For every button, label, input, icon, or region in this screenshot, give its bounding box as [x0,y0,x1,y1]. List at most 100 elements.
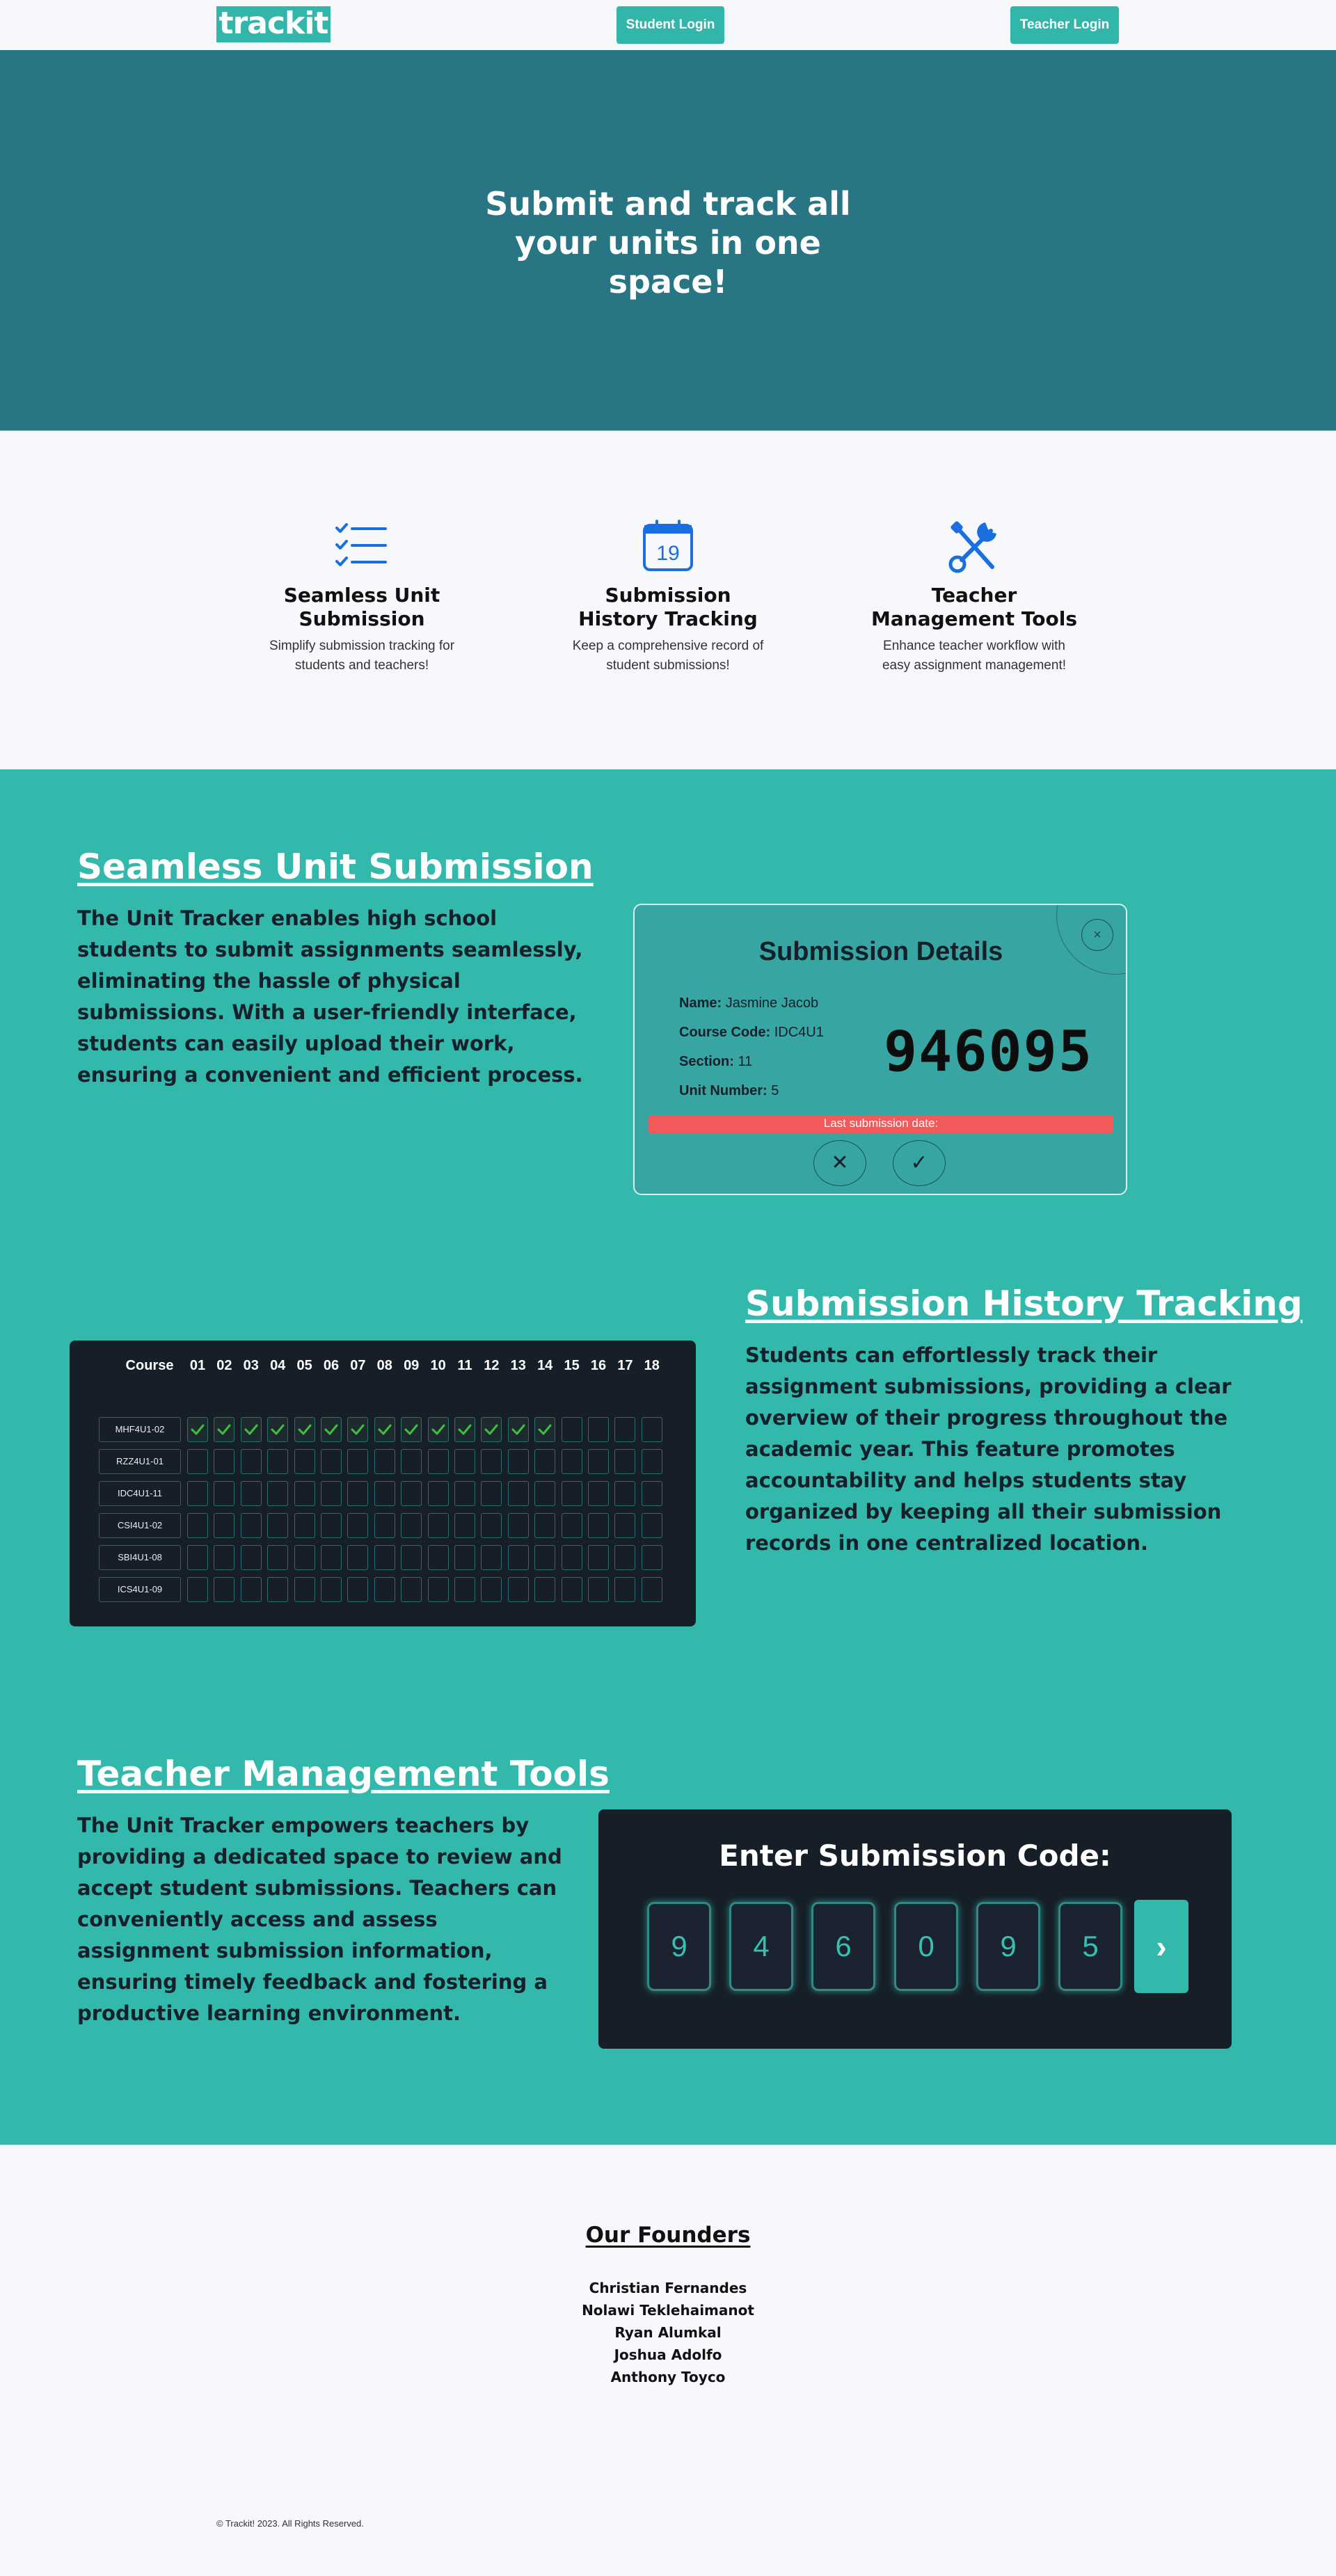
unit-cell-empty[interactable] [214,1481,235,1506]
unit-cell-empty[interactable] [294,1545,315,1570]
unit-cell-empty[interactable] [294,1513,315,1538]
unit-cell-empty[interactable] [614,1449,636,1474]
unit-cell-submitted[interactable] [534,1417,556,1442]
unit-cell-empty[interactable] [401,1481,422,1506]
unit-cell-empty[interactable] [481,1449,502,1474]
unit-cell-empty[interactable] [347,1545,369,1570]
unit-cell-empty[interactable] [427,1481,449,1506]
unit-cell-empty[interactable] [374,1545,395,1570]
unit-cell-empty[interactable] [454,1449,475,1474]
unit-cell-empty[interactable] [401,1449,422,1474]
unit-cell-empty[interactable] [561,1417,582,1442]
unit-cell-empty[interactable] [374,1577,395,1602]
unit-cell-empty[interactable] [614,1577,636,1602]
unit-cell-empty[interactable] [507,1481,529,1506]
unit-cell-empty[interactable] [347,1513,369,1538]
unit-cell-empty[interactable] [321,1481,342,1506]
unit-cell-empty[interactable] [507,1577,529,1602]
unit-cell-empty[interactable] [321,1449,342,1474]
unit-cell-submitted[interactable] [347,1417,369,1442]
unit-cell-empty[interactable] [588,1513,609,1538]
unit-cell-empty[interactable] [294,1577,315,1602]
unit-cell-empty[interactable] [454,1577,475,1602]
unit-cell-empty[interactable] [454,1481,475,1506]
unit-cell-empty[interactable] [267,1577,289,1602]
submit-code-button[interactable]: › [1134,1900,1188,1993]
unit-cell-empty[interactable] [267,1449,289,1474]
unit-cell-submitted[interactable] [267,1417,289,1442]
unit-cell-empty[interactable] [641,1449,662,1474]
code-digit-input[interactable]: 4 [729,1902,793,1991]
unit-cell-empty[interactable] [374,1481,395,1506]
unit-cell-empty[interactable] [374,1449,395,1474]
unit-cell-empty[interactable] [374,1513,395,1538]
unit-cell-empty[interactable] [214,1577,235,1602]
reject-button[interactable]: ✕ [813,1140,866,1186]
course-code-cell[interactable]: RZZ4U1-01 [99,1449,181,1474]
trackit-logo[interactable]: trackit [216,6,331,42]
unit-cell-empty[interactable] [321,1577,342,1602]
unit-cell-empty[interactable] [588,1417,609,1442]
unit-cell-empty[interactable] [187,1449,208,1474]
unit-cell-empty[interactable] [588,1449,609,1474]
unit-cell-empty[interactable] [240,1545,262,1570]
unit-cell-empty[interactable] [267,1481,289,1506]
unit-cell-submitted[interactable] [240,1417,262,1442]
unit-cell-empty[interactable] [507,1545,529,1570]
unit-cell-empty[interactable] [641,1577,662,1602]
unit-cell-empty[interactable] [561,1545,582,1570]
unit-cell-empty[interactable] [454,1545,475,1570]
unit-cell-empty[interactable] [214,1545,235,1570]
unit-cell-empty[interactable] [214,1513,235,1538]
unit-cell-empty[interactable] [588,1481,609,1506]
accept-button[interactable]: ✓ [893,1140,946,1186]
unit-cell-empty[interactable] [534,1449,556,1474]
unit-cell-empty[interactable] [427,1513,449,1538]
unit-cell-empty[interactable] [240,1577,262,1602]
code-digit-input[interactable]: 5 [1058,1902,1122,1991]
unit-cell-submitted[interactable] [507,1417,529,1442]
unit-cell-empty[interactable] [534,1481,556,1506]
unit-cell-submitted[interactable] [214,1417,235,1442]
unit-cell-empty[interactable] [347,1481,369,1506]
unit-cell-submitted[interactable] [374,1417,395,1442]
unit-cell-empty[interactable] [507,1449,529,1474]
unit-cell-empty[interactable] [187,1513,208,1538]
unit-cell-empty[interactable] [481,1481,502,1506]
unit-cell-empty[interactable] [641,1481,662,1506]
unit-cell-empty[interactable] [614,1545,636,1570]
unit-cell-empty[interactable] [481,1577,502,1602]
unit-cell-empty[interactable] [294,1481,315,1506]
course-code-cell[interactable]: IDC4U1-11 [99,1481,181,1506]
unit-cell-empty[interactable] [507,1513,529,1538]
unit-cell-submitted[interactable] [427,1417,449,1442]
course-code-cell[interactable]: SBI4U1-08 [99,1545,181,1570]
unit-cell-empty[interactable] [187,1577,208,1602]
unit-cell-submitted[interactable] [454,1417,475,1442]
unit-cell-empty[interactable] [294,1449,315,1474]
unit-cell-submitted[interactable] [187,1417,208,1442]
unit-cell-empty[interactable] [347,1449,369,1474]
student-login-button[interactable]: Student Login [617,6,724,44]
unit-cell-submitted[interactable] [321,1417,342,1442]
unit-cell-submitted[interactable] [401,1417,422,1442]
course-code-cell[interactable]: MHF4U1-02 [99,1417,181,1442]
teacher-login-button[interactable]: Teacher Login [1010,6,1119,44]
unit-cell-empty[interactable] [321,1545,342,1570]
unit-cell-empty[interactable] [561,1481,582,1506]
unit-cell-empty[interactable] [427,1577,449,1602]
unit-cell-empty[interactable] [561,1449,582,1474]
unit-cell-empty[interactable] [534,1577,556,1602]
code-digit-input[interactable]: 6 [811,1902,875,1991]
unit-cell-empty[interactable] [614,1513,636,1538]
unit-cell-empty[interactable] [240,1449,262,1474]
unit-cell-empty[interactable] [641,1545,662,1570]
unit-cell-submitted[interactable] [481,1417,502,1442]
course-code-cell[interactable]: ICS4U1-09 [99,1577,181,1602]
unit-cell-empty[interactable] [401,1513,422,1538]
unit-cell-empty[interactable] [240,1481,262,1506]
unit-cell-empty[interactable] [427,1449,449,1474]
code-digit-input[interactable]: 9 [647,1902,711,1991]
unit-cell-empty[interactable] [614,1481,636,1506]
unit-cell-empty[interactable] [427,1545,449,1570]
